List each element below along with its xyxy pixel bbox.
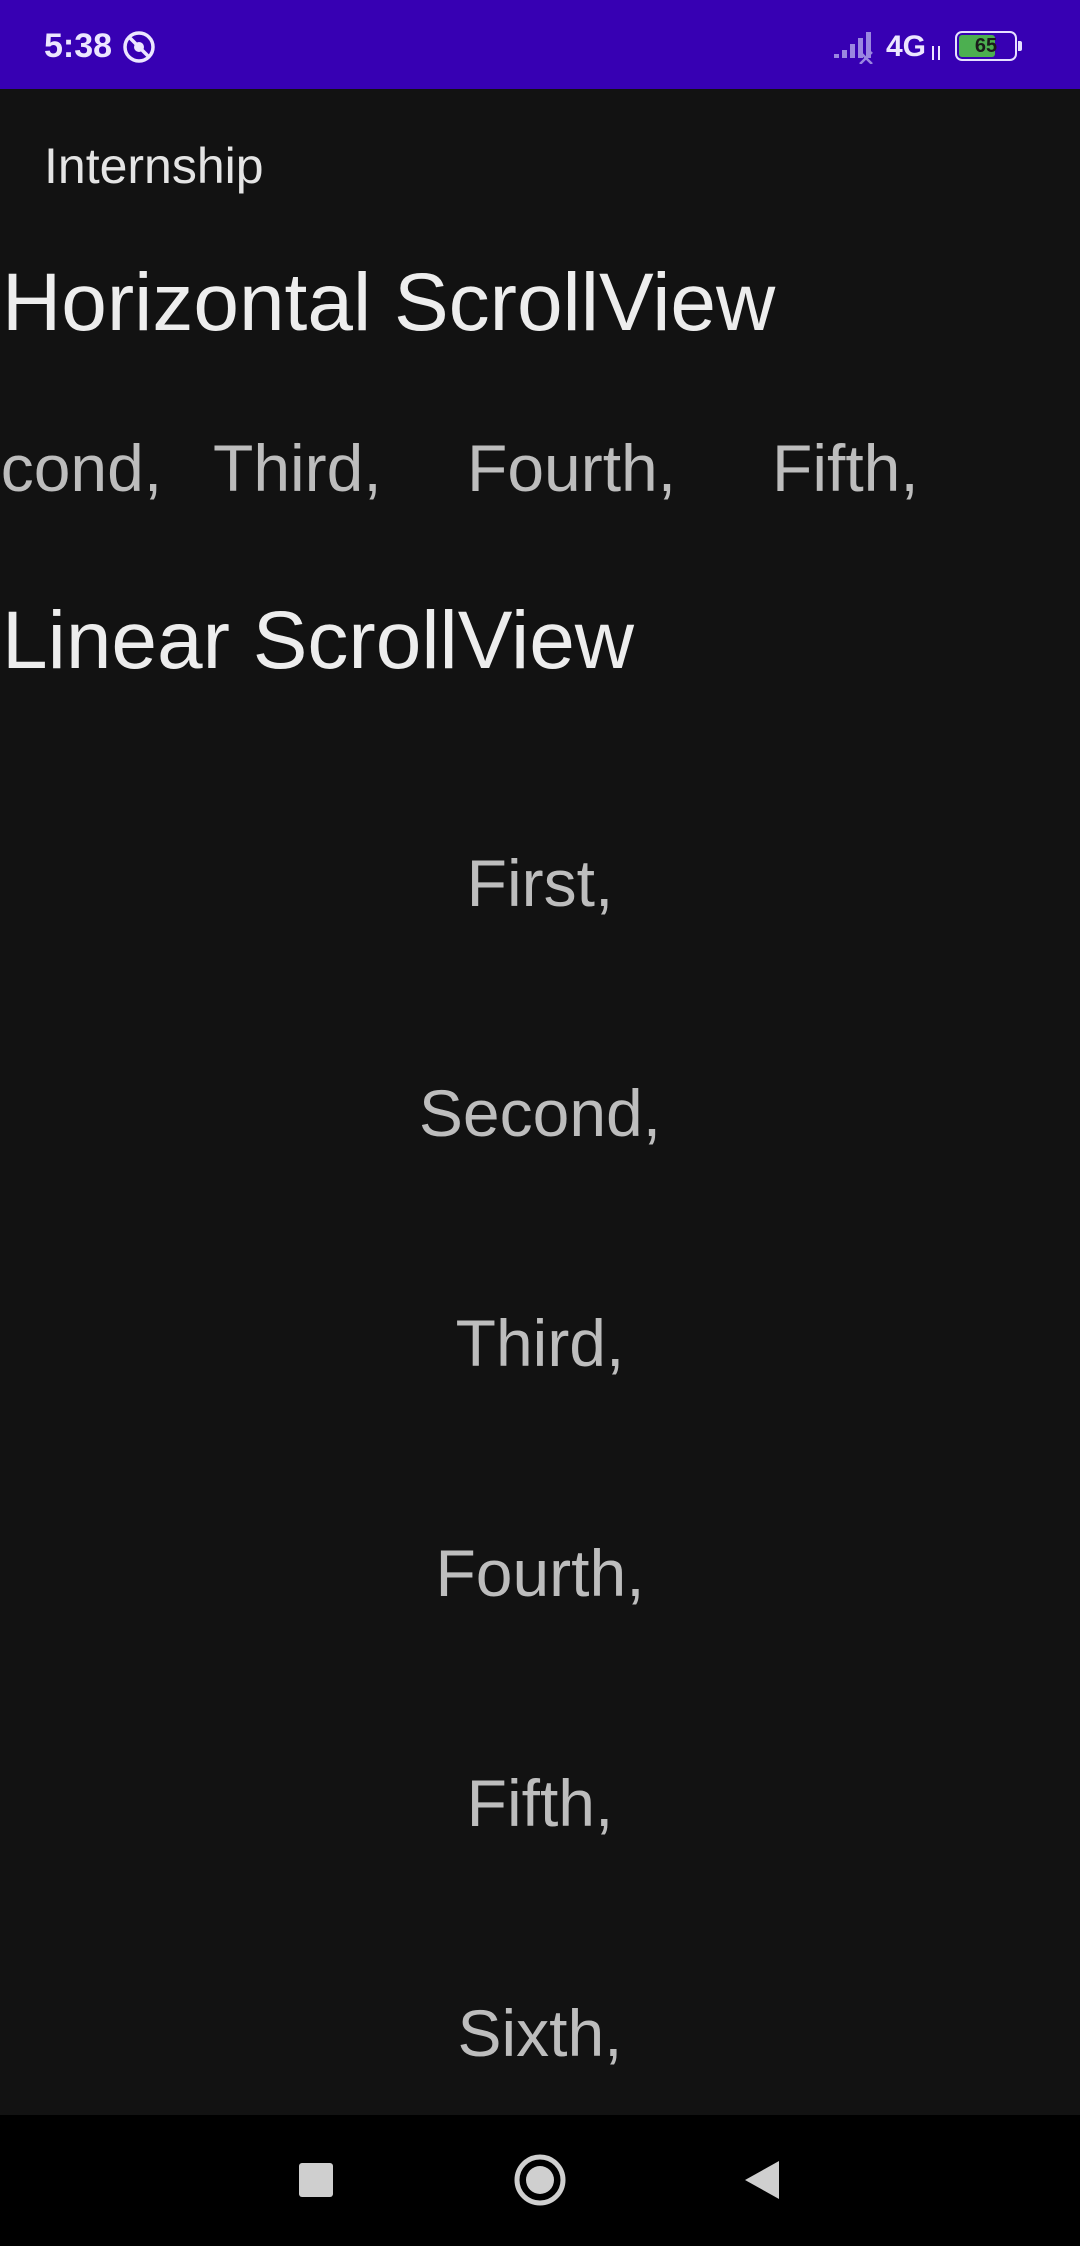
vertical-list-item: First, [466,846,614,920]
battery-level: 65 [974,35,998,57]
recents-icon[interactable] [281,2145,351,2215]
horizontal-list-item: Fifth, [772,431,919,505]
vertical-list-item: Sixth, [457,1996,623,2070]
status-time: 5:38 [44,27,113,65]
horizontal-list-item: Third, [213,431,382,505]
battery-icon: 65 [955,31,1022,61]
horizontal-section-title: Horizontal ScrollView [2,257,776,348]
horizontal-list-item: Fourth, [467,431,677,505]
home-icon[interactable] [505,2145,575,2215]
back-icon[interactable] [727,2145,797,2215]
app-title: Internship [44,138,264,194]
navigation-bar [0,2115,1080,2246]
status-bar: 5:38 4G 65 [0,0,1080,89]
linear-section-title: Linear ScrollView [2,595,635,686]
signal-icon [834,32,873,64]
do-not-disturb-icon [123,31,155,63]
horizontal-scroll-view[interactable]: Second, Third, Fourth, Fifth, [0,418,1080,528]
horizontal-list-item: Second, [0,431,163,505]
vertical-list-item: Third, [455,1306,625,1380]
vertical-list-item: Fourth, [435,1536,645,1610]
network-type: 4G [886,30,927,63]
battery-tip [1018,41,1022,51]
vertical-scroll-view[interactable]: First, Second, Third, Fourth, Fifth, Six… [0,780,1080,2115]
vertical-list-item: Second, [418,1076,662,1150]
vertical-list-item: Fifth, [466,1766,614,1840]
network-arrows-icon [932,46,940,60]
app-bar: Internship [0,89,1080,249]
